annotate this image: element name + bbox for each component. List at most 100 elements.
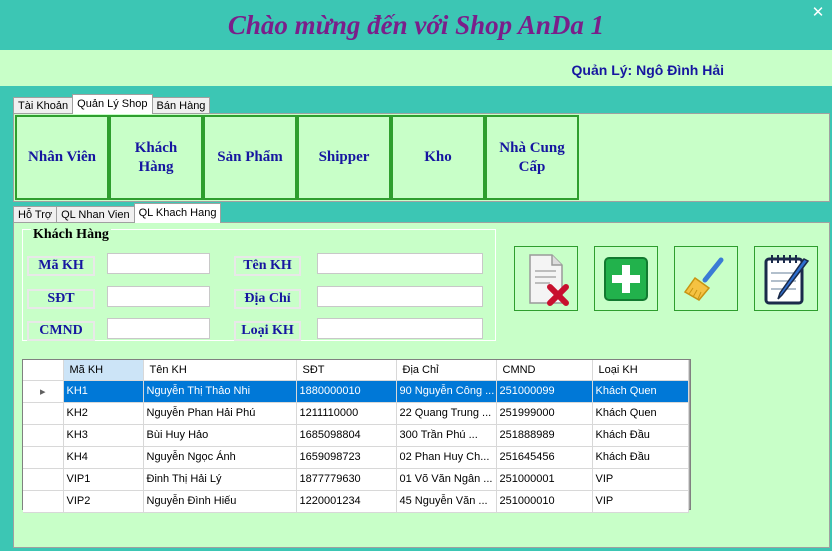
cell[interactable]: 251888989 [496,424,593,447]
group-title: Khách Hàng [31,227,111,243]
cell[interactable]: 251000099 [496,380,593,403]
cell[interactable]: 1659098723 [296,446,397,469]
shop-management-panel: Nhân Viên Khách Hàng Sản Phẩm Shipper Kh… [13,113,830,202]
kho-button[interactable]: Kho [391,115,485,200]
cell[interactable]: VIP1 [63,468,144,491]
cell[interactable]: VIP [592,468,689,491]
cell[interactable]: Nguyễn Ngọc Ánh [143,446,297,469]
cell[interactable]: 251000001 [496,468,593,491]
delete-button[interactable] [514,246,578,311]
cell[interactable]: 01 Võ Văn Ngân ... [396,468,497,491]
customer-management-panel: Khách Hàng Mã KH Tên KH SĐT Địa Chỉ CMND… [13,222,830,548]
clear-broom-icon [683,257,724,301]
table-row[interactable]: KH2 Nguyễn Phan Hải Phú 1211110000 22 Qu… [23,402,689,425]
nav-label: Kho [424,149,452,165]
cell[interactable]: VIP [592,490,689,513]
tab-quan-ly-shop[interactable]: Quản Lý Shop [72,94,153,114]
cell[interactable]: 300 Trần Phú ... [396,424,497,447]
edit-notepad-icon [764,254,810,304]
loaikh-input[interactable] [317,318,483,339]
diachi-input[interactable] [317,286,483,307]
cell[interactable]: KH3 [63,424,144,447]
row-selector[interactable] [23,490,64,513]
san-pham-button[interactable]: Sản Phẩm [203,115,297,200]
tab-ql-nhan-vien[interactable]: QL Nhan Vien [56,206,135,223]
col-header-tenkh[interactable]: Tên KH [143,360,297,381]
row-header-corner [23,360,64,381]
add-button[interactable] [594,246,658,311]
col-header-loaikh[interactable]: Loại KH [592,360,689,381]
loaikh-label: Loại KH [234,321,301,341]
edit-button[interactable] [754,246,818,311]
manager-bar: Quản Lý: Ngô Đình Hải [0,50,832,86]
cell[interactable]: Bùi Huy Hảo [143,424,297,447]
tab-ho-tro[interactable]: Hỗ Trợ [13,206,58,223]
tenkh-label: Tên KH [234,256,301,276]
cell[interactable]: Nguyễn Đình Hiếu [143,490,297,513]
table-row[interactable]: KH3 Bùi Huy Hảo 1685098804 300 Trần Phú … [23,424,689,447]
col-header-cmnd[interactable]: CMND [496,360,593,381]
sub-tab-strip: Hỗ Trợ QL Nhan Vien QL Khach Hang [13,203,222,223]
nav-label: Khách Hàng [134,139,178,175]
nav-label: Sản Phẩm [217,149,283,165]
row-selector[interactable] [23,446,64,469]
table-row[interactable]: VIP1 Đinh Thị Hải Lý 1877779630 01 Võ Vă… [23,468,689,491]
row-selector-marker[interactable]: ▸ [23,380,64,403]
col-header-diachi[interactable]: Địa Chỉ [396,360,497,381]
shipper-button[interactable]: Shipper [297,115,391,200]
grid-header-row: Mã KH Tên KH SĐT Địa Chỉ CMND Loại KH [23,360,689,381]
col-header-makh[interactable]: Mã KH [63,360,144,381]
close-icon[interactable]: ✕ [810,4,826,20]
cmnd-label: CMND [27,321,95,341]
makh-input[interactable] [107,253,210,274]
cell[interactable]: 1877779630 [296,468,397,491]
tab-ql-khach-hang[interactable]: QL Khach Hang [133,203,222,223]
clear-button[interactable] [674,246,738,311]
cell[interactable]: 45 Nguyễn Văn ... [396,490,497,513]
cell[interactable]: 251000010 [496,490,593,513]
cell[interactable]: 251645456 [496,446,593,469]
table-row[interactable]: VIP2 Nguyễn Đình Hiếu 1220001234 45 Nguy… [23,490,689,513]
row-selector[interactable] [23,468,64,491]
khach-hang-button[interactable]: Khách Hàng [109,115,203,200]
nhan-vien-button[interactable]: Nhân Viên [15,115,109,200]
cell[interactable]: 1220001234 [296,490,397,513]
cell[interactable]: 251999000 [496,402,593,425]
cell[interactable]: Nguyễn Thị Thảo Nhi [143,380,297,403]
cell[interactable]: KH1 [63,380,144,403]
manager-label: Quản Lý: Ngô Đình Hải [571,62,724,78]
row-selector[interactable] [23,402,64,425]
cell[interactable]: Khách Đầu [592,424,689,447]
cell[interactable]: KH4 [63,446,144,469]
customer-form-group: Khách Hàng Mã KH Tên KH SĐT Địa Chỉ CMND… [22,227,496,341]
cell[interactable]: 1685098804 [296,424,397,447]
cell[interactable]: 22 Quang Trung ... [396,402,497,425]
row-selector[interactable] [23,424,64,447]
tab-tai-khoan[interactable]: Tài Khoản [13,97,74,114]
customer-table: Mã KH Tên KH SĐT Địa Chỉ CMND Loại KH ▸ … [23,360,689,513]
cell[interactable]: KH2 [63,402,144,425]
col-header-sdt[interactable]: SĐT [296,360,397,381]
nha-cung-cap-button[interactable]: Nhà Cung Cấp [485,115,579,200]
table-row[interactable]: KH4 Nguyễn Ngọc Ánh 1659098723 02 Phan H… [23,446,689,469]
cell[interactable]: Khách Đầu [592,446,689,469]
cmnd-input[interactable] [107,318,210,339]
cell[interactable]: Đinh Thị Hải Lý [143,468,297,491]
add-icon [604,256,648,301]
delete-document-icon [529,253,569,306]
cell[interactable]: Nguyễn Phan Hải Phú [143,402,297,425]
cell[interactable]: Khách Quen [592,380,689,403]
customer-grid[interactable]: Mã KH Tên KH SĐT Địa Chỉ CMND Loại KH ▸ … [22,359,691,513]
cell[interactable]: Khách Quen [592,402,689,425]
nav-label: Nhân Viên [28,149,96,165]
table-row[interactable]: ▸ KH1 Nguyễn Thị Thảo Nhi 1880000010 90 … [23,380,689,403]
cell[interactable]: 1880000010 [296,380,397,403]
cell[interactable]: 90 Nguyễn Công ... [396,380,497,403]
cell[interactable]: VIP2 [63,490,144,513]
sdt-input[interactable] [107,286,210,307]
cell[interactable]: 02 Phan Huy Ch... [396,446,497,469]
nav-label: Shipper [318,149,370,165]
tab-ban-hang[interactable]: Bán Hàng [151,97,211,114]
tenkh-input[interactable] [317,253,483,274]
cell[interactable]: 1211110000 [296,402,397,425]
